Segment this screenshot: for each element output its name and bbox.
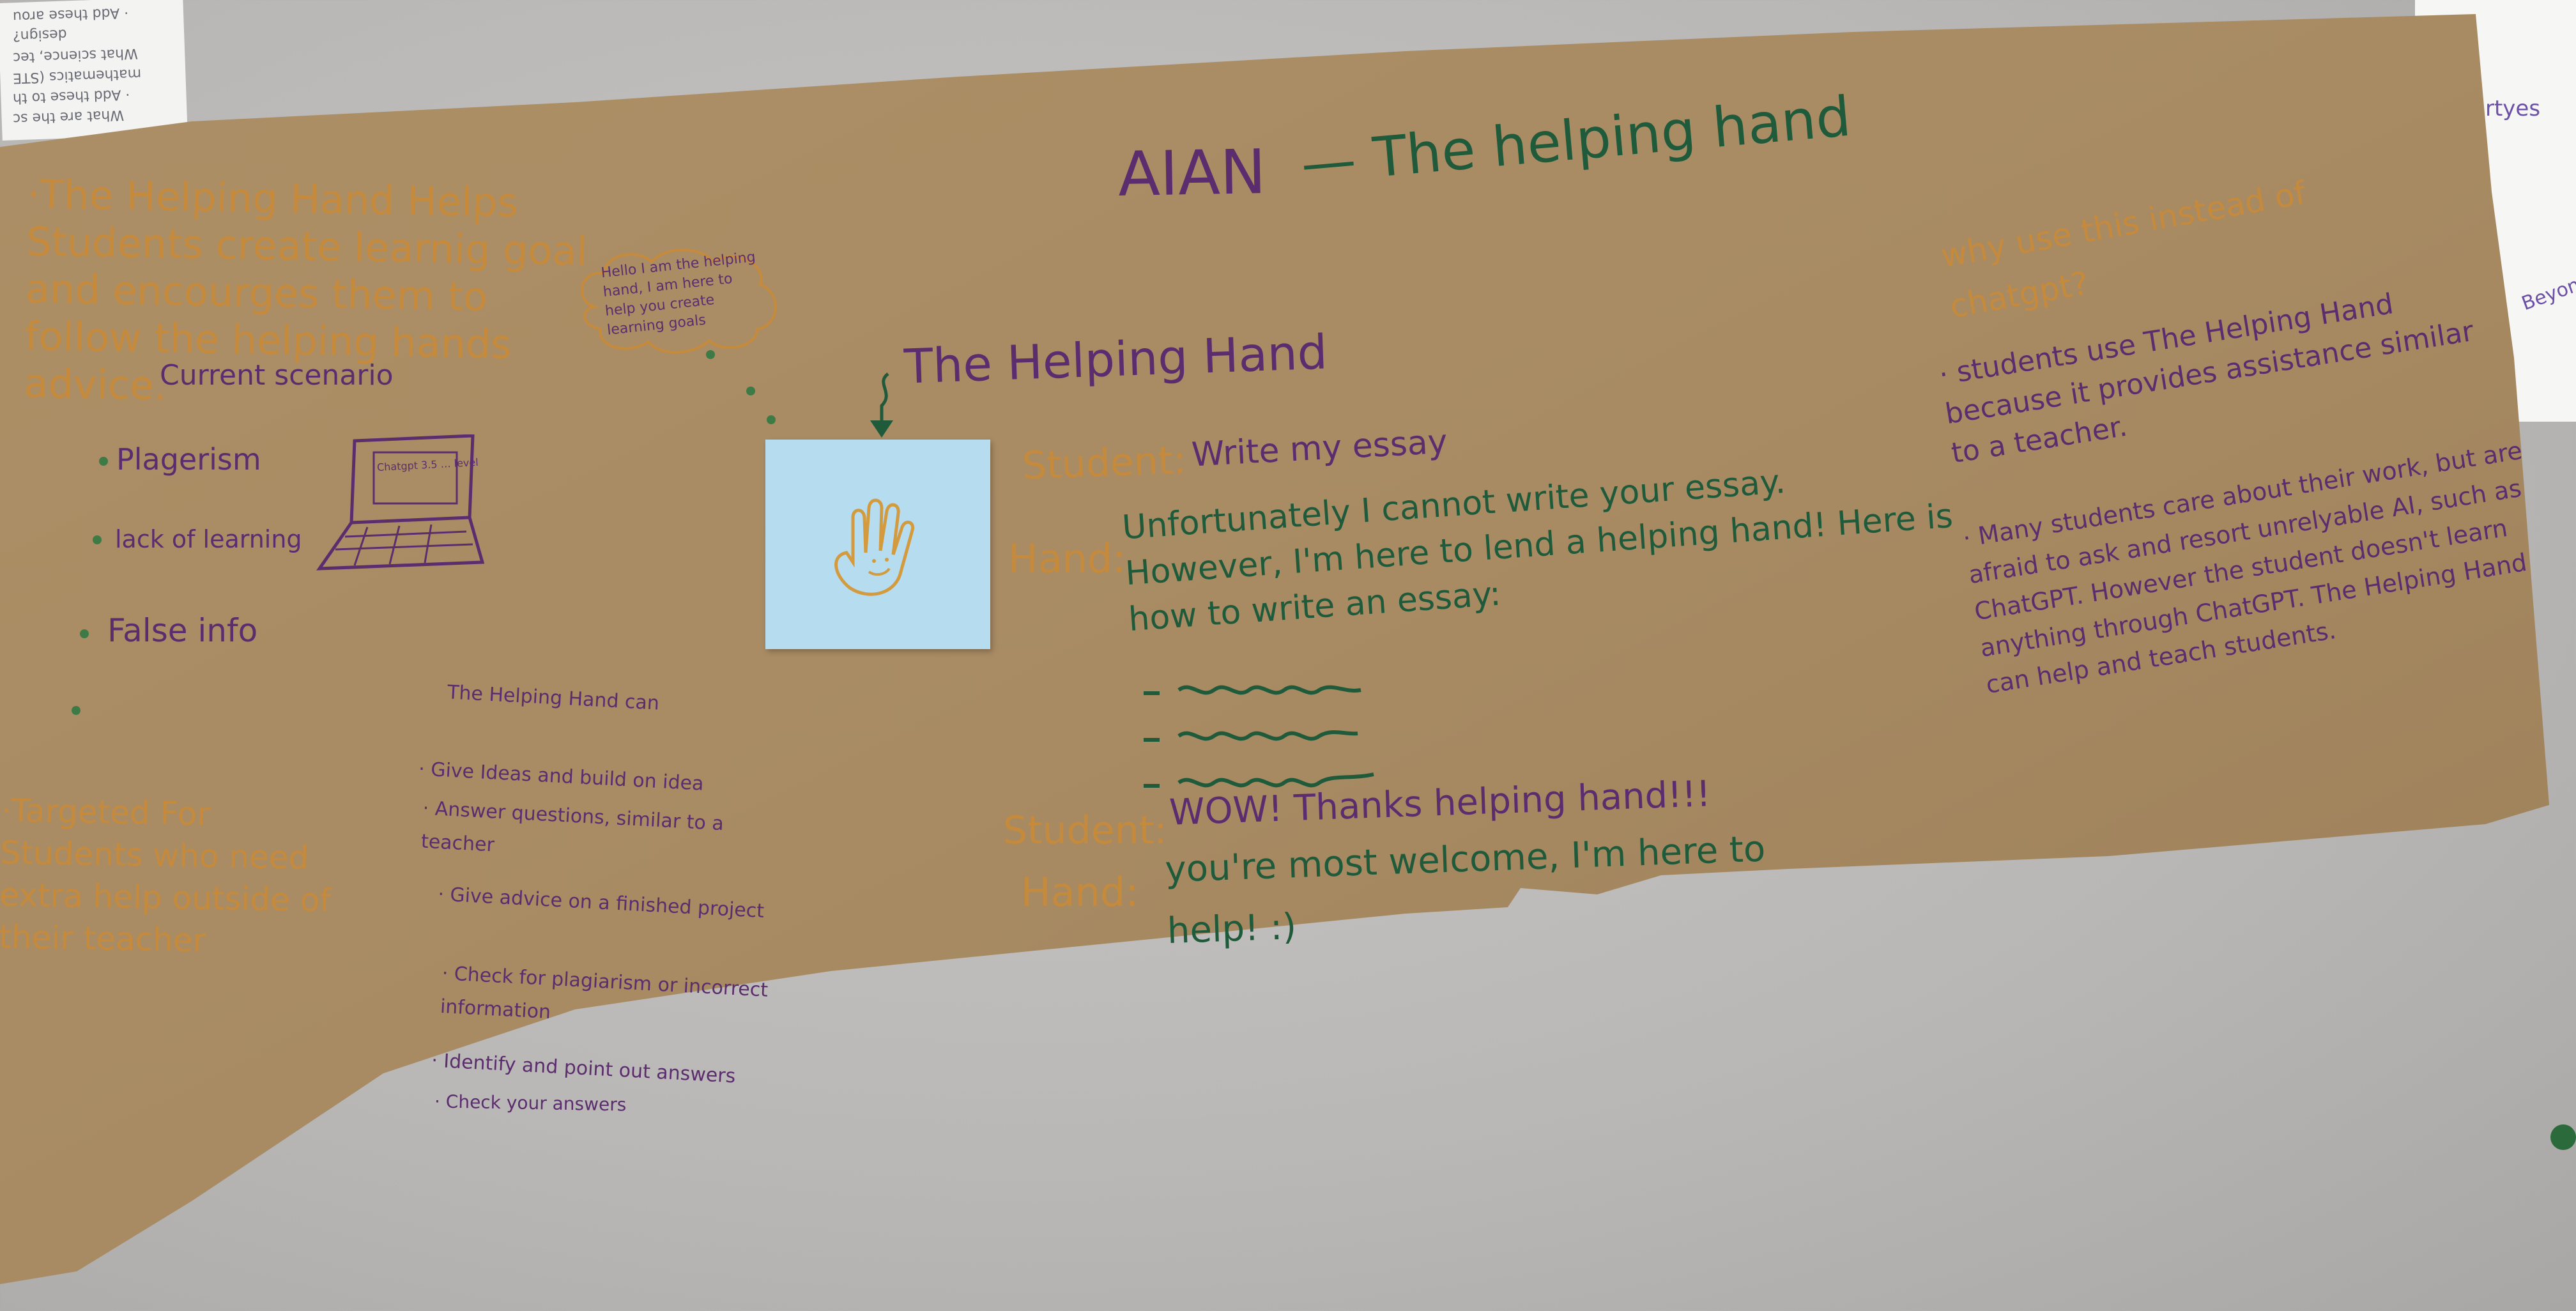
scenario-item: False info [107,612,258,649]
bullet-dot [99,457,108,466]
poster-title-acronym: AIAN [1117,135,1267,211]
scenario-title: Current scenario [160,359,394,392]
bubble-trail-dot [706,350,715,359]
scenario-item: lack of learning [115,525,302,553]
bullet-dot [72,706,80,715]
student-label: Student: [1003,808,1167,853]
waving-hand-icon [834,498,915,596]
arrow-down-icon [870,372,893,438]
hand-label: Hand: [1021,869,1139,916]
hand-label: Hand: [1008,535,1126,582]
hand-closing: you're most welcome, I'm here to help! :… [1164,828,1767,953]
bullet-dot [93,535,102,544]
push-pin [2550,1124,2576,1150]
student-label: Student: [1021,438,1187,489]
targeted-text: ·Targeted For Students who need extra he… [0,792,332,960]
bubble-trail-dot [767,415,776,424]
essay-steps-squiggles [1144,685,1374,788]
scenario-item: Plagerism [116,442,261,477]
can-item: · Check your answers [434,1091,627,1116]
bullet-dot [80,629,89,638]
bubble-trail-dot [746,387,755,395]
